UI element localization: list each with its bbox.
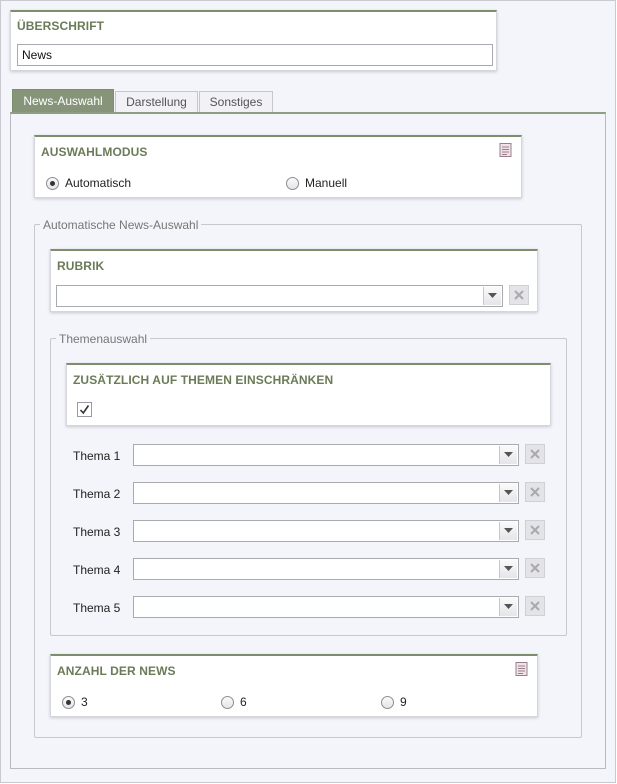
headline-title: ÜBERSCHRIFT	[17, 19, 105, 33]
restrict-themes-title: ZUSÄTZLICH AUF THEMEN EINSCHRÄNKEN	[73, 373, 334, 387]
close-icon[interactable]	[525, 596, 545, 616]
count-option-9[interactable]: 9	[381, 695, 407, 709]
headline-input[interactable]	[17, 44, 493, 66]
mode-option-manuell[interactable]: Manuell	[286, 176, 347, 190]
theme-select[interactable]	[133, 482, 519, 504]
theme-label: Thema 4	[73, 563, 121, 577]
tab-sonstiges[interactable]: Sonstiges	[199, 91, 273, 112]
theme-label: Thema 5	[73, 601, 121, 615]
count-option-3[interactable]: 3	[62, 695, 88, 709]
radio-icon[interactable]	[62, 695, 75, 709]
chevron-down-icon[interactable]	[499, 560, 517, 578]
tab-label: News-Auswahl	[23, 94, 103, 108]
radio-icon[interactable]	[221, 695, 234, 709]
chevron-down-icon[interactable]	[499, 446, 517, 464]
theme-label: Thema 1	[73, 449, 121, 463]
radio-icon[interactable]	[381, 695, 394, 709]
radio-label: 3	[81, 695, 88, 709]
checkmark-icon	[79, 405, 90, 415]
chevron-down-icon[interactable]	[499, 598, 517, 616]
document-icon[interactable]	[514, 661, 529, 676]
restrict-themes-checkbox[interactable]	[77, 402, 92, 417]
close-icon[interactable]	[509, 285, 529, 305]
theme-label: Thema 3	[73, 525, 121, 539]
tab-news-auswahl[interactable]: News-Auswahl	[12, 89, 114, 113]
close-icon[interactable]	[525, 558, 545, 578]
news-count-title: ANZAHL DER NEWS	[57, 664, 176, 678]
chevron-down-icon[interactable]	[499, 484, 517, 502]
radio-label: Automatisch	[65, 176, 132, 190]
document-icon[interactable]	[498, 142, 513, 157]
theme-select[interactable]	[133, 596, 519, 618]
headline-panel: ÜBERSCHRIFT	[10, 10, 497, 71]
tab-label: Darstellung	[126, 95, 187, 109]
theme-select[interactable]	[133, 444, 519, 466]
mode-panel: AUSWAHLMODUS Automatisch Manuell	[34, 135, 522, 198]
restrict-themes-panel: ZUSÄTZLICH AUF THEMEN EINSCHRÄNKEN	[66, 363, 551, 426]
chevron-down-icon[interactable]	[483, 287, 501, 305]
radio-label: 9	[400, 695, 407, 709]
rubrik-title: RUBRIK	[57, 259, 105, 273]
radio-label: Manuell	[305, 176, 348, 190]
close-icon[interactable]	[525, 482, 545, 502]
radio-icon[interactable]	[286, 176, 299, 190]
themes-legend: Themenauswahl	[56, 332, 151, 346]
radio-label: 6	[240, 695, 247, 709]
theme-select[interactable]	[133, 558, 519, 580]
chevron-down-icon[interactable]	[499, 522, 517, 540]
rubrik-select[interactable]	[56, 285, 503, 307]
news-count-panel: ANZAHL DER NEWS 3 6 9	[50, 654, 538, 717]
count-option-6[interactable]: 6	[221, 695, 247, 709]
tab-darstellung[interactable]: Darstellung	[115, 91, 198, 112]
radio-icon[interactable]	[46, 176, 59, 190]
mode-option-automatisch[interactable]: Automatisch	[46, 176, 131, 190]
auto-selection-legend: Automatische News-Auswahl	[40, 218, 202, 232]
close-icon[interactable]	[525, 520, 545, 540]
mode-title: AUSWAHLMODUS	[41, 145, 148, 159]
theme-select[interactable]	[133, 520, 519, 542]
theme-label: Thema 2	[73, 487, 121, 501]
rubrik-panel: RUBRIK	[50, 249, 538, 312]
close-icon[interactable]	[525, 444, 545, 464]
tab-label: Sonstiges	[209, 95, 263, 109]
